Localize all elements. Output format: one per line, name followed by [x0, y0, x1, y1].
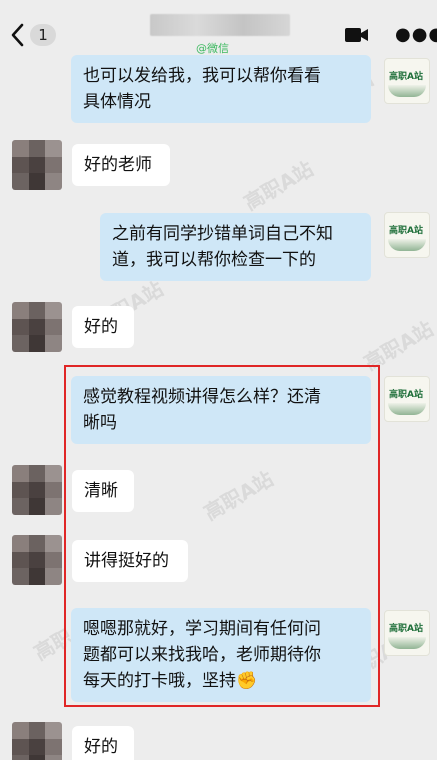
message-line: 嗯嗯那就好，学习期间有任何问: [83, 619, 321, 639]
message-line: 题都可以来找我哈，老师期待你: [83, 645, 321, 665]
message-line: 晰吗: [83, 413, 117, 433]
message-bubble-received[interactable]: 好的: [72, 726, 134, 760]
unread-count-badge[interactable]: 1: [30, 24, 56, 46]
message-line: 每天的打卡哦，坚持✊: [83, 671, 258, 691]
message-bubble-received[interactable]: 好的: [72, 306, 134, 348]
my-avatar[interactable]: 高职A站: [384, 376, 430, 422]
contact-avatar[interactable]: [12, 465, 62, 515]
watermark: 高职A站: [239, 156, 318, 216]
message-bubble-received[interactable]: 好的老师: [72, 144, 170, 186]
message-bubble-sent[interactable]: 之前有同学抄错单词自己不知 道，我可以帮你检查一下的: [100, 213, 371, 281]
message-line: 具体情况: [83, 92, 151, 112]
contact-avatar[interactable]: [12, 535, 62, 585]
message-line: 感觉教程视频讲得怎么样？还清: [83, 387, 321, 407]
message-line: 讲得挺好的: [84, 551, 169, 571]
message-line: 道，我可以帮你检查一下的: [112, 250, 316, 270]
my-avatar[interactable]: 高职A站: [384, 610, 430, 656]
message-line: 好的: [84, 317, 118, 337]
avatar-logo-text: 高职A站: [389, 226, 423, 236]
wechat-subtitle: @微信: [196, 42, 229, 55]
my-avatar[interactable]: 高职A站: [384, 58, 430, 104]
avatar-logo-text: 高职A站: [389, 624, 423, 634]
message-line: 清晰: [84, 481, 118, 501]
message-bubble-sent[interactable]: 嗯嗯那就好，学习期间有任何问 题都可以来找我哈，老师期待你 每天的打卡哦，坚持✊: [71, 608, 371, 702]
video-call-icon[interactable]: [344, 26, 370, 44]
message-bubble-sent[interactable]: 也可以发给我，我可以帮你看看 具体情况: [71, 55, 371, 123]
message-line: 好的老师: [84, 155, 152, 175]
contact-avatar[interactable]: [12, 302, 62, 352]
message-line: 之前有同学抄错单词自己不知: [112, 224, 333, 244]
avatar-logo-text: 高职A站: [389, 390, 423, 400]
contact-avatar[interactable]: [12, 722, 62, 760]
chat-header: 1 @微信 ●●●: [0, 0, 437, 56]
contact-avatar[interactable]: [12, 140, 62, 190]
back-chevron-icon[interactable]: [10, 22, 26, 48]
message-bubble-received[interactable]: 讲得挺好的: [72, 540, 188, 582]
more-icon[interactable]: ●●●: [395, 26, 437, 44]
message-bubble-sent[interactable]: 感觉教程视频讲得怎么样？还清 晰吗: [71, 376, 371, 444]
avatar-logo-text: 高职A站: [389, 72, 423, 82]
message-line: 也可以发给我，我可以帮你看看: [83, 66, 321, 86]
message-line: 好的: [84, 737, 118, 757]
contact-name-blurred: [150, 14, 290, 36]
my-avatar[interactable]: 高职A站: [384, 212, 430, 258]
message-bubble-received[interactable]: 清晰: [72, 470, 134, 512]
